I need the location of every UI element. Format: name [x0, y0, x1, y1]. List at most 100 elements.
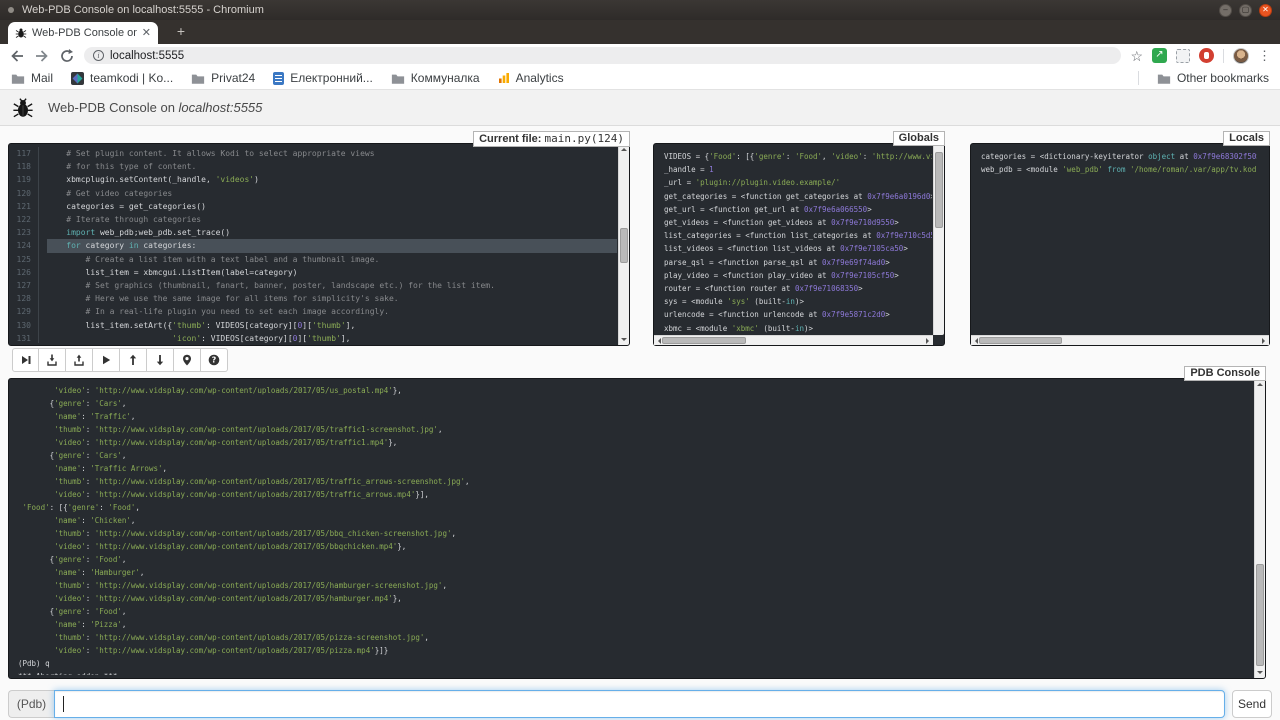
scrollbar-thumb[interactable] [935, 152, 943, 228]
arrow-up-icon [127, 354, 139, 366]
page-title-host: localhost:5555 [179, 100, 263, 115]
console-vertical-scrollbar[interactable] [1254, 379, 1265, 678]
step-forward-icon [20, 354, 32, 366]
web-pdb-page: Web-PDB Console on localhost:5555 Curren… [0, 90, 1280, 720]
toolbar-divider [1223, 49, 1224, 63]
close-button[interactable]: ✕ [1259, 4, 1272, 17]
line-number: 124 [9, 239, 39, 252]
tab-webpdb[interactable]: Web-PDB Console on loca ✕ [8, 22, 158, 44]
scroll-down-arrow[interactable] [621, 338, 627, 344]
url-text[interactable]: localhost:5555 [110, 50, 184, 62]
scrollbar-thumb[interactable] [979, 337, 1062, 344]
scroll-right-arrow[interactable] [1262, 338, 1268, 344]
map-marker-icon [181, 354, 193, 366]
code-line: web_pdb = <module 'web_pdb' from '/home/… [981, 163, 1257, 176]
document-icon [273, 72, 284, 85]
bookmark-analytics[interactable]: Analytics [498, 71, 564, 85]
continue-button[interactable] [93, 348, 120, 372]
other-bookmarks-label: Other bookmarks [1177, 71, 1269, 85]
bookmark-electronic[interactable]: Електронний... [273, 71, 373, 85]
code-line: 121 categories = get_categories() [9, 200, 617, 213]
address-bar[interactable]: i localhost:5555 [84, 47, 1121, 64]
scroll-left-arrow[interactable] [655, 338, 661, 344]
blocker-extension-icon[interactable] [1199, 48, 1214, 63]
scroll-left-arrow[interactable] [972, 338, 978, 344]
minimize-button[interactable]: – [1219, 4, 1232, 17]
code-line: 'video': 'http://www.vidsplay.com/wp-con… [18, 644, 1253, 657]
bookmark-privat24[interactable]: Privat24 [191, 71, 255, 85]
code-line: (Pdb) q [18, 657, 1253, 670]
new-tab-button[interactable]: + [170, 24, 192, 40]
maximize-button[interactable]: ▢ [1239, 4, 1252, 17]
scrollbar-thumb[interactable] [662, 337, 746, 344]
code-line: play_video = <function play_video at 0x7… [664, 269, 932, 282]
menu-dots-icon[interactable]: ⋮ [1258, 49, 1271, 62]
code-line: list_videos = <function list_videos at 0… [664, 242, 932, 255]
help-button[interactable]: ? [201, 348, 228, 372]
locals-horizontal-scrollbar[interactable] [971, 335, 1269, 345]
code-line: 131 'icon': VIDEOS[category][0]['thumb']… [9, 332, 617, 343]
code-line: {'genre': 'Cars', [18, 449, 1253, 462]
window-title: Web-PDB Console on localhost:5555 - Chro… [22, 4, 264, 16]
down-button[interactable] [147, 348, 174, 372]
bookmark-teamkodi[interactable]: teamkodi | Ko... [71, 71, 173, 85]
scroll-right-arrow[interactable] [926, 338, 932, 344]
other-bookmarks-button[interactable]: Other bookmarks [1157, 71, 1269, 85]
text-cursor [63, 696, 64, 712]
line-number: 127 [9, 279, 39, 292]
folder-icon [1157, 73, 1171, 84]
code-line: 130 list_item.setArt({'thumb': VIDEOS[ca… [9, 319, 617, 332]
code-line: 120 # Get video categories [9, 187, 617, 200]
line-number: 128 [9, 292, 39, 305]
capture-extension-icon[interactable] [1176, 49, 1190, 63]
code-line: categories = <dictionary-keyiterator obj… [981, 150, 1257, 163]
line-number: 120 [9, 187, 39, 200]
code-line: urlencode = <function urlencode at 0x7f9… [664, 308, 932, 321]
code-line: 'thumb': 'http://www.vidsplay.com/wp-con… [18, 527, 1253, 540]
bookmark-label: Електронний... [290, 71, 373, 85]
bookmark-kommunalka[interactable]: Коммуналка [391, 71, 480, 85]
scrollbar-thumb[interactable] [1256, 564, 1264, 666]
code-line: 'name': 'Chicken', [18, 514, 1253, 527]
code-line: 117 # Set plugin content. It allows Kodi… [9, 147, 617, 160]
bug-icon [12, 97, 34, 119]
code-line: 'thumb': 'http://www.vidsplay.com/wp-con… [18, 579, 1253, 592]
next-button[interactable] [12, 348, 39, 372]
bookmark-mail[interactable]: Mail [11, 71, 53, 85]
reload-icon[interactable] [59, 48, 75, 64]
send-button[interactable]: Send [1232, 690, 1272, 718]
step-button[interactable] [39, 348, 66, 372]
window-icon [8, 7, 14, 13]
scroll-down-arrow[interactable] [1257, 671, 1263, 677]
tab-close-icon[interactable]: ✕ [142, 28, 151, 39]
globals-horizontal-scrollbar[interactable] [654, 335, 933, 345]
tab-title: Web-PDB Console on loca [32, 27, 137, 39]
code-line: get_url = <function get_url at 0x7f9e6a0… [664, 203, 932, 216]
pdb-command-input[interactable] [54, 690, 1225, 718]
site-info-icon[interactable]: i [93, 50, 104, 61]
up-button[interactable] [120, 348, 147, 372]
code-line: *** Aborting addon *** [18, 670, 1253, 675]
back-icon[interactable] [9, 48, 25, 64]
pdb-console-panel: PDB Console 'video': 'http://www.vidspla… [8, 378, 1266, 679]
locals-viewer: categories = <dictionary-keyiterator obj… [981, 150, 1257, 334]
code-line: list_categories = <function list_categor… [664, 229, 932, 242]
where-button[interactable] [174, 348, 201, 372]
code-line: router = <function router at 0x7f9e71068… [664, 282, 932, 295]
arrow-down-icon [154, 354, 166, 366]
locals-panel: Locals categories = <dictionary-keyitera… [970, 143, 1270, 346]
globals-vertical-scrollbar[interactable] [933, 144, 944, 335]
resizer-extension-icon[interactable]: ↗ [1152, 48, 1167, 63]
scrollbar-thumb[interactable] [620, 228, 628, 262]
page-title-prefix: Web-PDB Console on [48, 100, 179, 115]
window-titlebar: Web-PDB Console on localhost:5555 - Chro… [0, 0, 1280, 20]
avatar[interactable] [1233, 48, 1249, 64]
star-icon[interactable]: ☆ [1130, 49, 1143, 63]
line-number: 118 [9, 160, 39, 173]
return-button[interactable] [66, 348, 93, 372]
page-header: Web-PDB Console on localhost:5555 [0, 90, 1280, 126]
code-vertical-scrollbar[interactable] [618, 144, 629, 345]
code-line: {'genre': 'Cars', [18, 397, 1253, 410]
line-number: 126 [9, 266, 39, 279]
forward-icon[interactable] [34, 48, 50, 64]
